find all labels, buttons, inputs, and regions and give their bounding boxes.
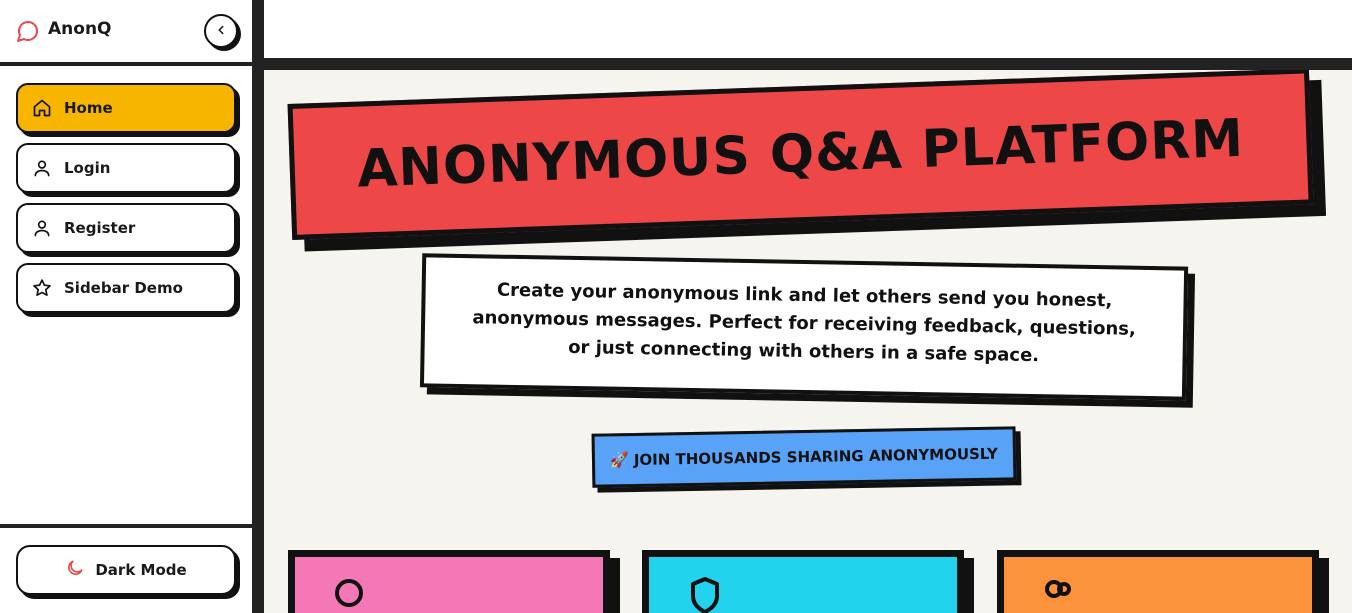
moon-icon — [65, 558, 85, 582]
sidebar-item-label: Register — [64, 219, 136, 237]
join-badge: 🚀 JOIN THOUSANDS SHARING ANONYMOUSLY — [591, 426, 1022, 493]
sidebar-footer-divider — [0, 524, 252, 528]
sidebar: AnonQ Home Login Register Sidebar Demo D… — [0, 0, 252, 613]
brand-name: AnonQ — [48, 19, 112, 39]
sidebar-item-label: Sidebar Demo — [64, 279, 183, 297]
feature-card-search — [288, 550, 610, 613]
users-icon — [1040, 575, 1080, 613]
shield-icon — [685, 575, 725, 613]
feature-card-shield — [642, 550, 964, 613]
sidebar-item-label: Login — [64, 159, 111, 177]
main-content: ANONYMOUS Q&A PLATFORM Create your anony… — [264, 70, 1352, 613]
badge-text: 🚀 JOIN THOUSANDS SHARING ANONYMOUSLY — [609, 444, 999, 470]
dark-mode-label: Dark Mode — [95, 561, 187, 579]
sidebar-header-divider — [0, 62, 252, 66]
hero-description: Create your anonymous link and let other… — [472, 279, 1136, 367]
feature-card-users — [997, 550, 1319, 613]
description-panel: Create your anonymous link and let other… — [419, 253, 1196, 408]
description-box: Create your anonymous link and let other… — [419, 253, 1189, 401]
brand: AnonQ — [0, 0, 252, 62]
page-title: ANONYMOUS Q&A PLATFORM — [356, 108, 1245, 200]
sidebar-item-register[interactable]: Register — [16, 203, 236, 253]
sidebar-item-login[interactable]: Login — [16, 143, 236, 193]
home-icon — [32, 98, 52, 118]
sidebar-border — [252, 0, 264, 613]
message-circle-icon — [16, 19, 40, 43]
star-icon — [32, 278, 52, 298]
header-divider — [264, 58, 1352, 70]
search-icon — [331, 575, 371, 613]
user-icon — [32, 218, 52, 238]
chevron-left-icon — [214, 22, 228, 41]
collapse-sidebar-button[interactable] — [204, 14, 238, 48]
badge-box: 🚀 JOIN THOUSANDS SHARING ANONYMOUSLY — [591, 426, 1017, 488]
sidebar-item-sidebar-demo[interactable]: Sidebar Demo — [16, 263, 236, 313]
sidebar-item-home[interactable]: Home — [16, 83, 236, 133]
hero-banner: ANONYMOUS Q&A PLATFORM — [287, 70, 1327, 264]
top-header — [264, 0, 1352, 58]
sidebar-item-label: Home — [64, 99, 113, 117]
dark-mode-toggle[interactable]: Dark Mode — [16, 545, 236, 595]
user-icon — [32, 158, 52, 178]
